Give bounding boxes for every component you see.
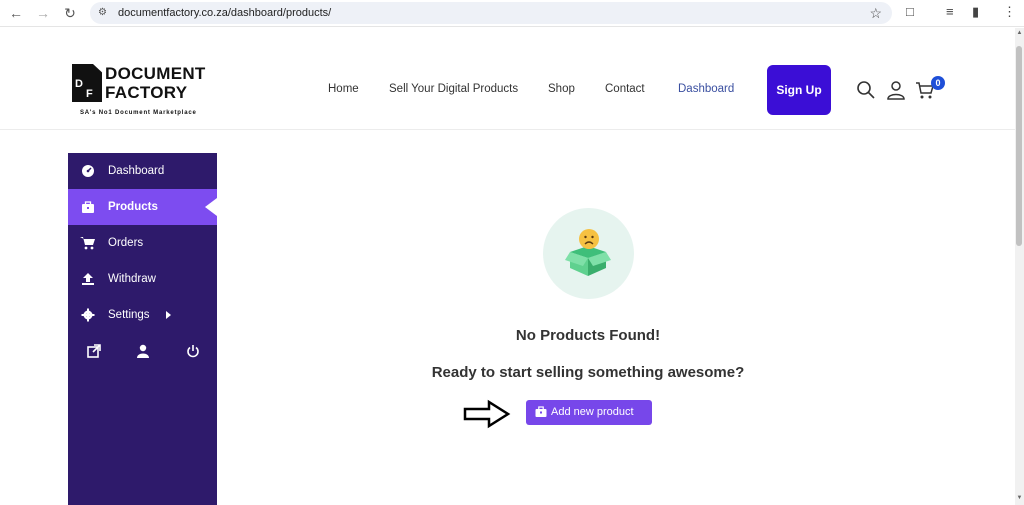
- bookmark-star-icon[interactable]: ☆: [869, 5, 882, 22]
- expand-caret-icon[interactable]: [166, 311, 171, 319]
- sidebar-item-dashboard[interactable]: Dashboard: [68, 153, 217, 189]
- reload-icon[interactable]: ↻: [61, 4, 79, 22]
- logo-text: DOCUMENT FACTORY: [105, 64, 206, 102]
- power-icon[interactable]: [185, 343, 201, 359]
- site-logo[interactable]: D F DOCUMENT FACTORY SA's No1 Document M…: [72, 64, 222, 120]
- url-text: documentfactory.co.za/dashboard/products…: [118, 7, 332, 19]
- logo-tagline: SA's No1 Document Marketplace: [80, 110, 197, 116]
- sidebar-item-settings[interactable]: Settings: [68, 297, 217, 333]
- nav-home[interactable]: Home: [328, 83, 359, 95]
- sidebar-item-label: Orders: [108, 237, 144, 249]
- extensions-icon[interactable]: □: [906, 4, 914, 19]
- gauge-icon: [80, 163, 96, 179]
- sidebar-item-label: Products: [108, 201, 158, 213]
- briefcase-icon: [80, 199, 96, 215]
- empty-state-illustration: [543, 208, 634, 299]
- site-header: D F DOCUMENT FACTORY SA's No1 Document M…: [0, 28, 1015, 130]
- site-info-icon[interactable]: ⚙: [98, 7, 110, 19]
- user-icon[interactable]: [886, 80, 906, 100]
- search-icon[interactable]: [856, 80, 876, 100]
- sidebar-item-products[interactable]: Products: [68, 189, 217, 225]
- sidebar-item-label: Dashboard: [108, 165, 165, 177]
- forward-icon[interactable]: →: [34, 4, 52, 22]
- user-icon[interactable]: [135, 343, 151, 359]
- address-bar[interactable]: ⚙ documentfactory.co.za/dashboard/produc…: [90, 2, 892, 24]
- nav-shop[interactable]: Shop: [548, 83, 575, 95]
- back-icon[interactable]: ←: [7, 4, 25, 22]
- active-indicator: [205, 198, 217, 216]
- empty-state-title: No Products Found!: [515, 327, 661, 344]
- sidebar-item-orders[interactable]: Orders: [68, 225, 217, 261]
- nav-contact[interactable]: Contact: [605, 83, 645, 95]
- browser-toolbar: ← → ↻ ⚙ documentfactory.co.za/dashboard/…: [0, 0, 1024, 27]
- empty-box-icon: [565, 229, 611, 276]
- logo-mark: D F: [72, 64, 102, 102]
- empty-state-subtitle: Ready to start selling something awesome…: [431, 364, 745, 381]
- nav-sell[interactable]: Sell Your Digital Products: [389, 83, 518, 95]
- nav-dashboard[interactable]: Dashboard: [678, 83, 734, 95]
- gear-icon: [80, 307, 96, 323]
- add-new-product-label: Add new product: [551, 406, 634, 418]
- dashboard-sidebar: Dashboard Products Orders Withdraw Setti…: [68, 153, 217, 505]
- signup-button[interactable]: Sign Up: [767, 65, 831, 115]
- sidebar-item-label: Withdraw: [108, 273, 156, 285]
- arrow-right-icon: [463, 399, 511, 429]
- cart-icon: [80, 235, 96, 251]
- scroll-thumb[interactable]: [1016, 46, 1022, 246]
- sidebar-item-label: Settings: [108, 309, 150, 321]
- page-scrollbar[interactable]: ▲ ▼: [1015, 28, 1024, 505]
- scroll-down-icon[interactable]: ▼: [1016, 495, 1023, 501]
- sidebar-footer: [68, 341, 217, 363]
- sidebar-item-withdraw[interactable]: Withdraw: [68, 261, 217, 297]
- reading-list-icon[interactable]: ≡: [946, 4, 954, 19]
- scroll-up-icon[interactable]: ▲: [1016, 30, 1023, 36]
- upload-icon: [80, 271, 96, 287]
- briefcase-icon: [535, 406, 547, 418]
- add-new-product-button[interactable]: Add new product: [526, 400, 652, 425]
- external-link-icon[interactable]: [86, 343, 102, 359]
- profile-icon[interactable]: ▮: [972, 4, 979, 20]
- cart-count-badge: 0: [931, 76, 945, 90]
- more-menu-icon[interactable]: ⋮: [1003, 4, 1016, 20]
